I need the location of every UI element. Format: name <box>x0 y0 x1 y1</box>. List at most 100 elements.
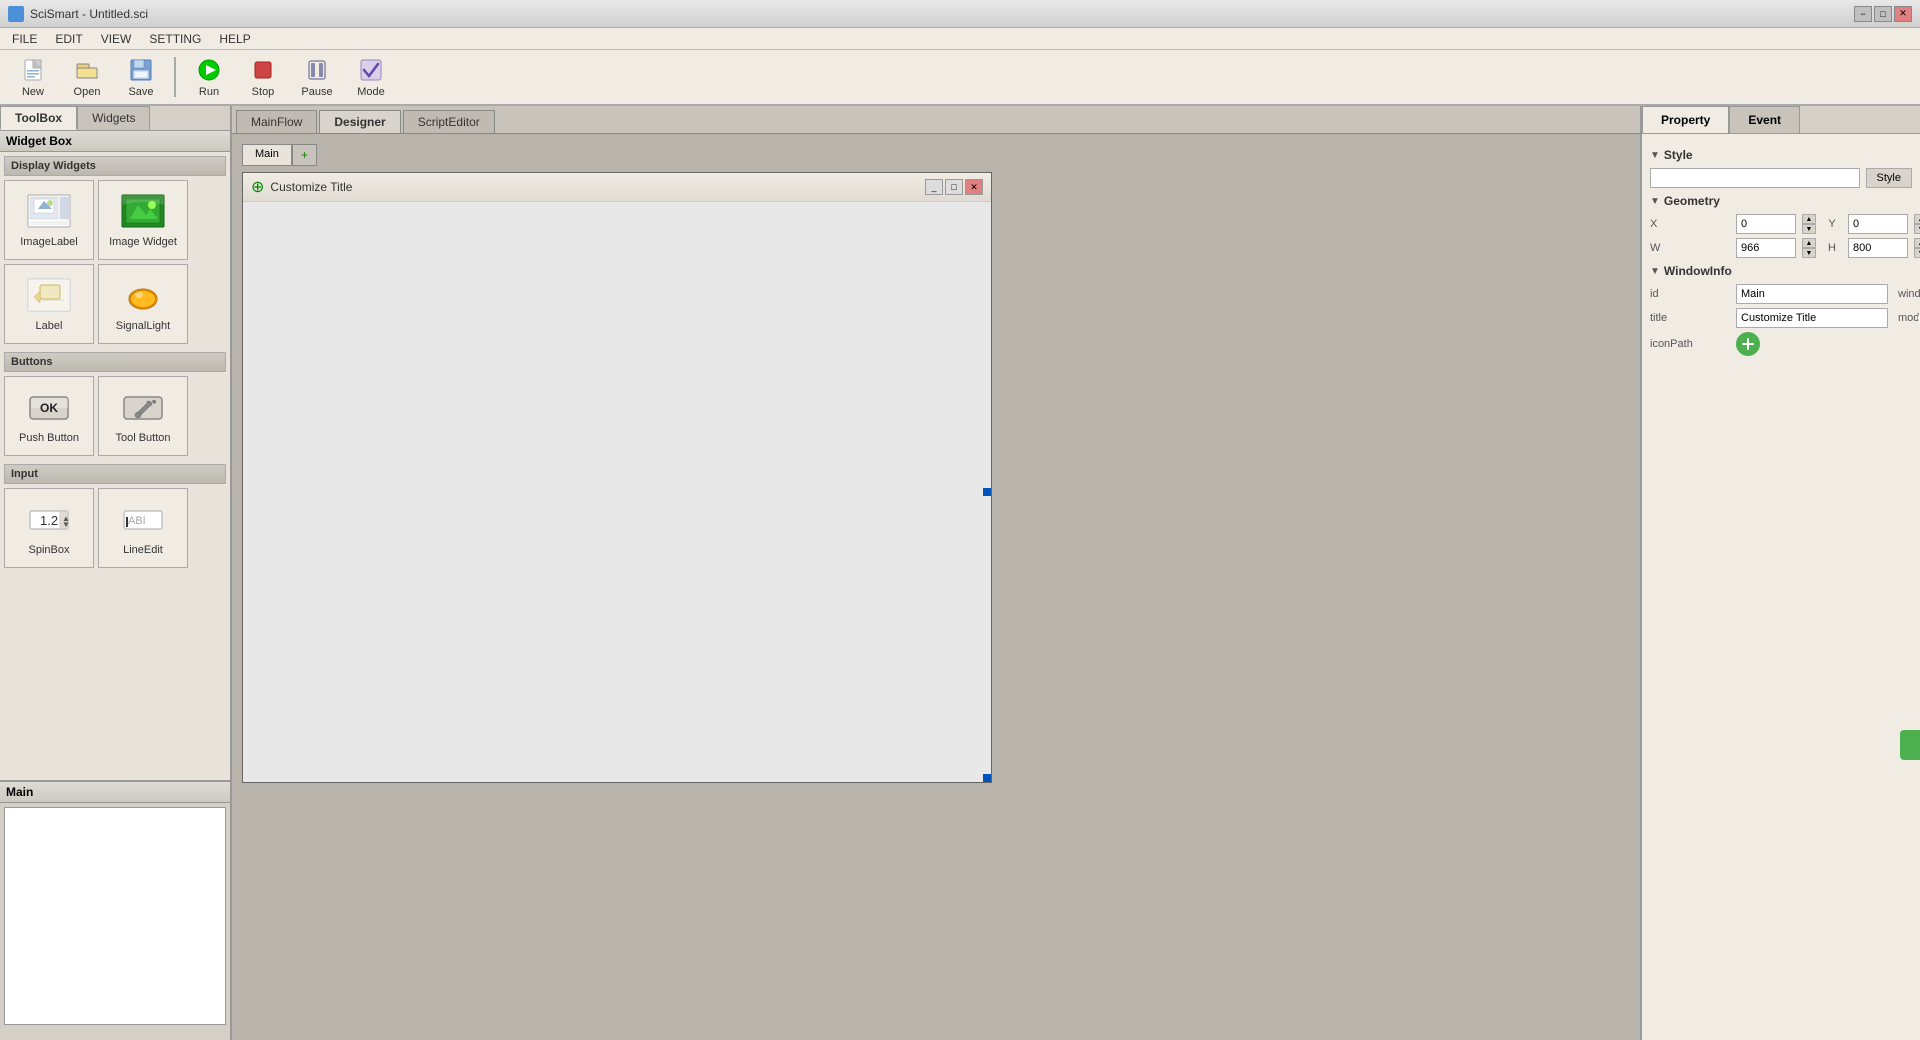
id-input[interactable] <box>1736 284 1888 304</box>
mode-button[interactable]: Mode <box>346 53 396 101</box>
tab-scripteditor[interactable]: ScriptEditor <box>403 110 495 133</box>
toolbar: New Open Save <box>0 50 1920 106</box>
id-label: id <box>1650 288 1730 300</box>
widget-imagewidget[interactable]: Image Widget <box>98 180 188 260</box>
tab-property[interactable]: Property <box>1642 106 1729 133</box>
new-button[interactable]: New <box>8 53 58 101</box>
menu-view[interactable]: VIEW <box>93 30 140 48</box>
run-button[interactable]: Run <box>184 53 234 101</box>
toolbutton-icon <box>119 388 167 428</box>
geometry-wh-row: W ▲ ▼ H ▲ ▼ <box>1650 238 1912 258</box>
h-spin-down[interactable]: ▼ <box>1914 248 1920 258</box>
canvas-titlebar: ⊕ Customize Title _ □ ✕ <box>243 173 991 202</box>
iconpath-button[interactable] <box>1736 332 1760 356</box>
widget-lineedit[interactable]: ABI LineEdit <box>98 488 188 568</box>
menu-help[interactable]: HELP <box>211 30 258 48</box>
tab-event[interactable]: Event <box>1729 106 1800 133</box>
new-label: New <box>22 86 44 98</box>
right-tabs: Property Event <box>1642 106 1920 134</box>
lineedit-name: LineEdit <box>123 544 163 556</box>
stop-icon <box>249 56 277 84</box>
style-button[interactable]: Style <box>1866 168 1912 188</box>
tab-widgets[interactable]: Widgets <box>77 106 150 130</box>
input-widgets-grid: 1.2 ▲ ▼ SpinBox ABI <box>4 488 226 568</box>
w-input[interactable] <box>1736 238 1796 258</box>
save-button[interactable]: Save <box>116 53 166 101</box>
tab-toolbox[interactable]: ToolBox <box>0 106 77 130</box>
y-spin: ▲ ▼ <box>1914 214 1920 234</box>
canvas-window: ⊕ Customize Title _ □ ✕ <box>242 172 992 783</box>
widget-label[interactable]: Label <box>4 264 94 344</box>
menu-bar: FILE EDIT VIEW SETTING HELP <box>0 28 1920 50</box>
title-row: title modal <box>1650 308 1912 328</box>
geometry-section-header: ▼ Geometry <box>1650 194 1912 208</box>
x-spin-up[interactable]: ▲ <box>1802 214 1816 224</box>
x-label: X <box>1650 218 1730 230</box>
bottom-left-content <box>4 807 226 1025</box>
w-spin-down[interactable]: ▼ <box>1802 248 1816 258</box>
menu-file[interactable]: FILE <box>4 30 45 48</box>
canvas-minimize-button[interactable]: _ <box>925 179 943 195</box>
h-spin-up[interactable]: ▲ <box>1914 238 1920 248</box>
tab-designer[interactable]: Designer <box>319 110 400 133</box>
imagewidget-name: Image Widget <box>109 236 177 248</box>
widget-signallight[interactable]: SignalLight <box>98 264 188 344</box>
section-buttons[interactable]: Buttons <box>4 352 226 372</box>
x-spin-down[interactable]: ▼ <box>1802 224 1816 234</box>
open-button[interactable]: Open <box>62 53 112 101</box>
center-content: Main + ⊕ Customize Title _ □ ✕ <box>232 134 1640 1040</box>
windowinfo-section-header: ▼ WindowInfo <box>1650 264 1912 278</box>
canvas-body[interactable] <box>243 202 991 782</box>
style-input[interactable] <box>1650 168 1860 188</box>
resize-handle-rm[interactable] <box>983 488 991 496</box>
geometry-xy-row: X ▲ ▼ Y ▲ ▼ <box>1650 214 1912 234</box>
widget-pushbutton[interactable]: OK Push Button <box>4 376 94 456</box>
sub-tabs-bar: Main + <box>242 144 1630 166</box>
canvas-maximize-button[interactable]: □ <box>945 179 963 195</box>
stop-button[interactable]: Stop <box>238 53 288 101</box>
green-fab[interactable] <box>1900 730 1920 760</box>
widget-imagelabel[interactable]: ImageLabel <box>4 180 94 260</box>
widget-spinbox[interactable]: 1.2 ▲ ▼ SpinBox <box>4 488 94 568</box>
title-input[interactable] <box>1736 308 1888 328</box>
title-bar: SciSmart - Untitled.sci − □ ✕ <box>0 0 1920 28</box>
y-spin-down[interactable]: ▼ <box>1914 224 1920 234</box>
style-arrow: ▼ <box>1650 150 1660 161</box>
sub-tab-main[interactable]: Main <box>242 144 292 166</box>
sub-tab-add-button[interactable]: + <box>292 144 317 166</box>
minimize-button[interactable]: − <box>1854 6 1872 22</box>
section-input[interactable]: Input <box>4 464 226 484</box>
svg-text:OK: OK <box>40 401 58 415</box>
x-input[interactable] <box>1736 214 1796 234</box>
close-button[interactable]: ✕ <box>1894 6 1912 22</box>
widget-list[interactable]: Display Widgets <box>0 152 230 780</box>
svg-text:▼: ▼ <box>62 520 70 529</box>
iconpath-row: iconPath <box>1650 332 1912 356</box>
style-section-header: ▼ Style <box>1650 148 1912 162</box>
style-label: Style <box>1664 148 1693 162</box>
widget-toolbutton[interactable]: Tool Button <box>98 376 188 456</box>
pause-button[interactable]: Pause <box>292 53 342 101</box>
tab-mainflow[interactable]: MainFlow <box>236 110 317 133</box>
y-spin-up[interactable]: ▲ <box>1914 214 1920 224</box>
stop-label: Stop <box>252 86 275 98</box>
w-spin-up[interactable]: ▲ <box>1802 238 1816 248</box>
svg-text:1.2: 1.2 <box>40 513 58 528</box>
mode-icon <box>357 56 385 84</box>
bottom-left: Main <box>0 780 230 1040</box>
maximize-button[interactable]: □ <box>1874 6 1892 22</box>
geometry-arrow: ▼ <box>1650 196 1660 207</box>
menu-edit[interactable]: EDIT <box>47 30 90 48</box>
y-input[interactable] <box>1848 214 1908 234</box>
menu-setting[interactable]: SETTING <box>141 30 209 48</box>
pause-label: Pause <box>301 86 332 98</box>
signallight-name: SignalLight <box>116 320 170 332</box>
pause-icon <box>303 56 331 84</box>
windowinfo-label: WindowInfo <box>1664 264 1732 278</box>
toolbutton-name: Tool Button <box>115 432 170 444</box>
h-input[interactable] <box>1848 238 1908 258</box>
resize-handle-br[interactable] <box>983 774 991 782</box>
run-label: Run <box>199 86 219 98</box>
section-display[interactable]: Display Widgets <box>4 156 226 176</box>
canvas-close-button[interactable]: ✕ <box>965 179 983 195</box>
